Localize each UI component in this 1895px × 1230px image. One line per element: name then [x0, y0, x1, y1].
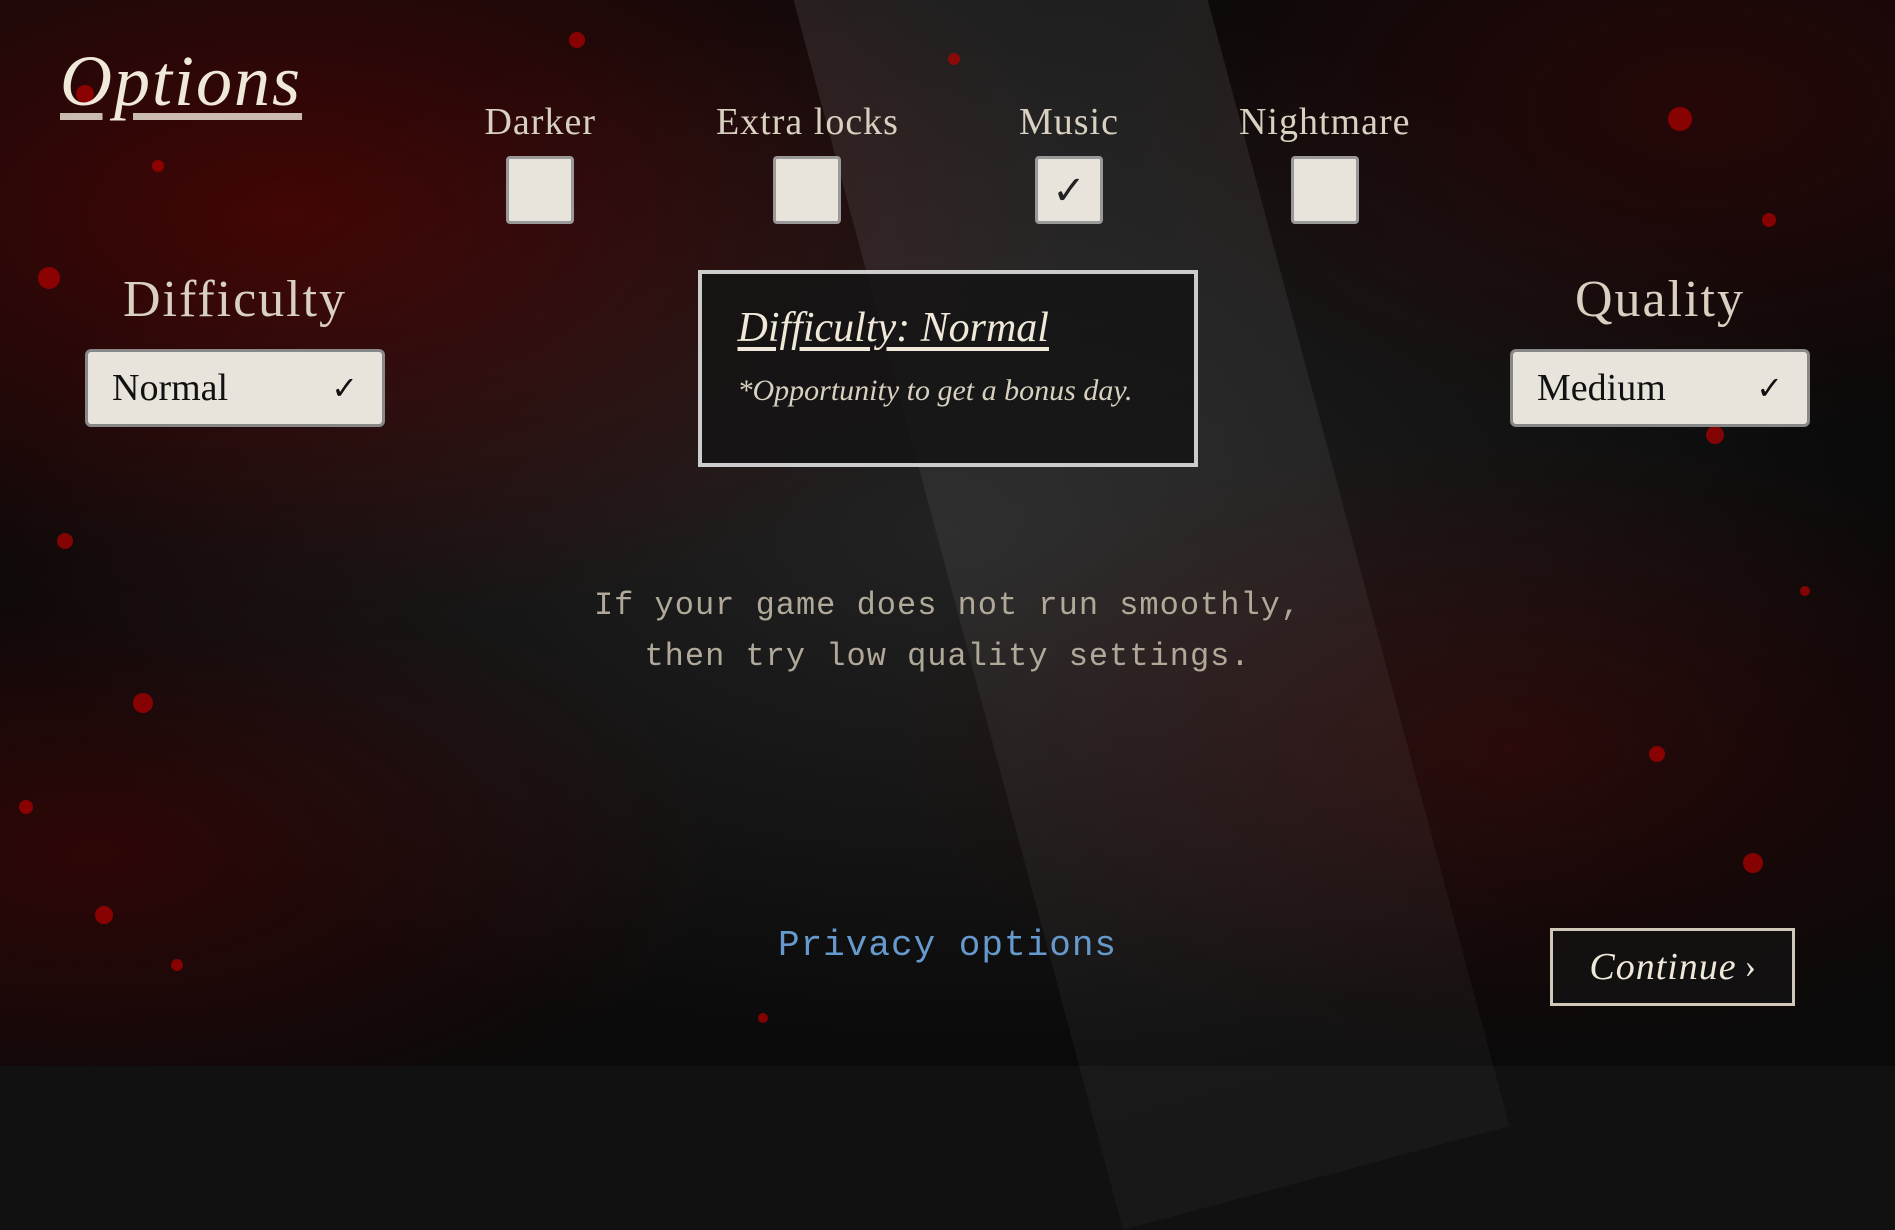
info-box-title: Difficulty: Normal — [738, 304, 1158, 352]
continue-label: Continue — [1589, 945, 1736, 989]
checkbox-music[interactable]: ✓ — [1035, 156, 1103, 224]
quality-dropdown[interactable]: Medium ✓ — [1510, 349, 1810, 427]
checkbox-label-extra-locks: Extra locks — [716, 100, 899, 144]
privacy-options-link[interactable]: Privacy options — [778, 925, 1117, 966]
middle-section: Difficulty Normal ✓ Difficulty: Normal *… — [0, 270, 1895, 467]
checkbox-label-nightmare: Nightmare — [1239, 100, 1411, 144]
difficulty-dropdown[interactable]: Normal ✓ — [85, 349, 385, 427]
hint-line2: then try low quality settings. — [0, 631, 1895, 682]
checkbox-item-darker: Darker — [484, 100, 595, 224]
difficulty-selected: Normal — [112, 366, 228, 410]
quality-section: Quality Medium ✓ — [1485, 270, 1835, 427]
checkbox-label-music: Music — [1019, 100, 1119, 144]
quality-dropdown-arrow: ✓ — [1756, 369, 1783, 407]
quality-selected: Medium — [1537, 366, 1666, 410]
checkbox-extra-locks[interactable] — [773, 156, 841, 224]
checkbox-darker[interactable] — [506, 156, 574, 224]
checkbox-item-nightmare: Nightmare — [1239, 100, 1411, 224]
hint-text: If your game does not run smoothly, then… — [0, 580, 1895, 682]
info-box-description: *Opportunity to get a bonus day. — [738, 368, 1158, 413]
difficulty-title: Difficulty — [123, 270, 347, 329]
checkbox-label-darker: Darker — [484, 100, 595, 144]
difficulty-section: Difficulty Normal ✓ — [60, 270, 410, 427]
continue-arrow-icon: › — [1745, 948, 1756, 986]
info-box: Difficulty: Normal *Opportunity to get a… — [698, 270, 1198, 467]
checkbox-nightmare[interactable] — [1291, 156, 1359, 224]
continue-button[interactable]: Continue › — [1550, 928, 1795, 1006]
checkboxes-section: Darker Extra locks Music ✓ Nightmare — [0, 100, 1895, 224]
checkbox-item-music: Music ✓ — [1019, 100, 1119, 224]
difficulty-dropdown-arrow: ✓ — [331, 369, 358, 407]
hint-line1: If your game does not run smoothly, — [0, 580, 1895, 631]
quality-title: Quality — [1575, 270, 1745, 329]
checkbox-item-extra-locks: Extra locks — [716, 100, 899, 224]
